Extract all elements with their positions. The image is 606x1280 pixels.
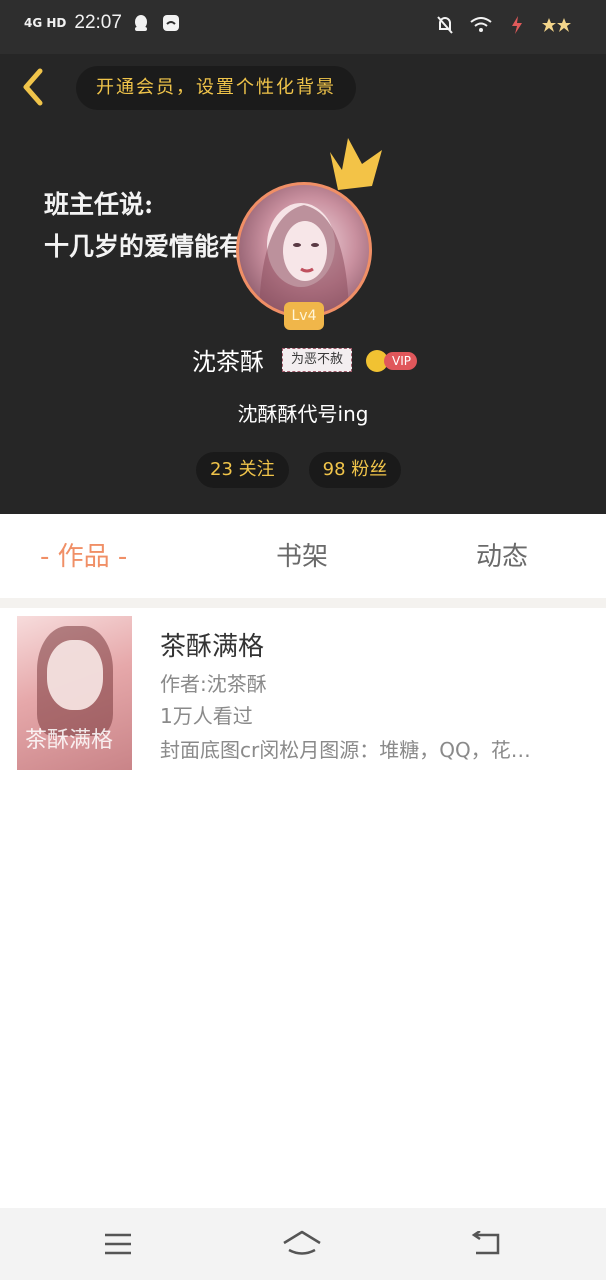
username: 沈茶酥 [192,348,264,376]
work-list-item[interactable]: 茶酥满格 茶酥满格 作者:沈茶酥 1万人看过 封面底图cr闵松月图源：堆糖，QQ… [8,608,598,778]
app-notification-icon [160,12,182,34]
status-time: 22:07 [74,12,122,33]
divider [0,598,606,608]
wifi-icon [470,14,492,36]
signal-indicator: 4G HD [24,16,67,30]
return-icon [471,1231,500,1255]
battery-stars-icon [542,14,572,36]
tab-bookshelf[interactable]: 书架 [276,536,328,573]
status-bar: 4G HD 22:07 [0,0,606,54]
profile-tabs: - 作品 - 书架 动态 [0,514,606,598]
work-title: 茶酥满格 [160,632,265,662]
charging-icon [506,14,528,36]
cover-title-text: 茶酥满格 [25,728,114,753]
vip-label: VIP [384,352,417,370]
avatar-container[interactable]: Lv4 [236,138,382,330]
follow-stats: 23 关注 98 粉丝 [196,452,402,488]
vip-badge[interactable]: VIP [366,350,417,372]
crown-icon [330,138,382,190]
nav-back-button[interactable] [466,1226,506,1262]
system-nav-bar [0,1208,606,1280]
work-description: 封面底图cr闵松月图源：堆糖，QQ，花… [160,738,531,762]
user-signature: 沈酥酥代号ing [237,402,369,426]
home-button[interactable] [282,1226,322,1262]
work-author: 作者:沈茶酥 [160,672,267,696]
chevron-left-icon [23,68,43,106]
name-tag-badge: 为恶不赦 [282,348,352,372]
home-icon [283,1230,321,1255]
tab-activity[interactable]: 动态 [476,536,528,573]
menu-button[interactable] [98,1226,138,1262]
following-count[interactable]: 23 关注 [196,452,289,488]
followers-count[interactable]: 98 粉丝 [308,452,402,488]
level-badge: Lv4 [284,302,324,330]
username-row: 沈茶酥 为恶不赦 VIP [0,340,606,380]
vip-background-banner[interactable]: 开通会员，设置个性化背景 [76,66,356,110]
profile-header: 班主任说: 十几岁的爱情能有多 开通会员，设置个性化背景 Lv4 沈茶酥 为恶不… [0,54,606,514]
back-button[interactable] [14,66,50,108]
work-views: 1万人看过 [160,704,253,728]
qq-penguin-icon [130,12,152,34]
work-cover-image[interactable]: 茶酥满格 [17,616,132,770]
tab-works[interactable]: - 作品 - [40,536,127,573]
avatar[interactable] [236,182,372,318]
mute-bell-icon [434,14,456,36]
menu-icon [105,1233,131,1255]
